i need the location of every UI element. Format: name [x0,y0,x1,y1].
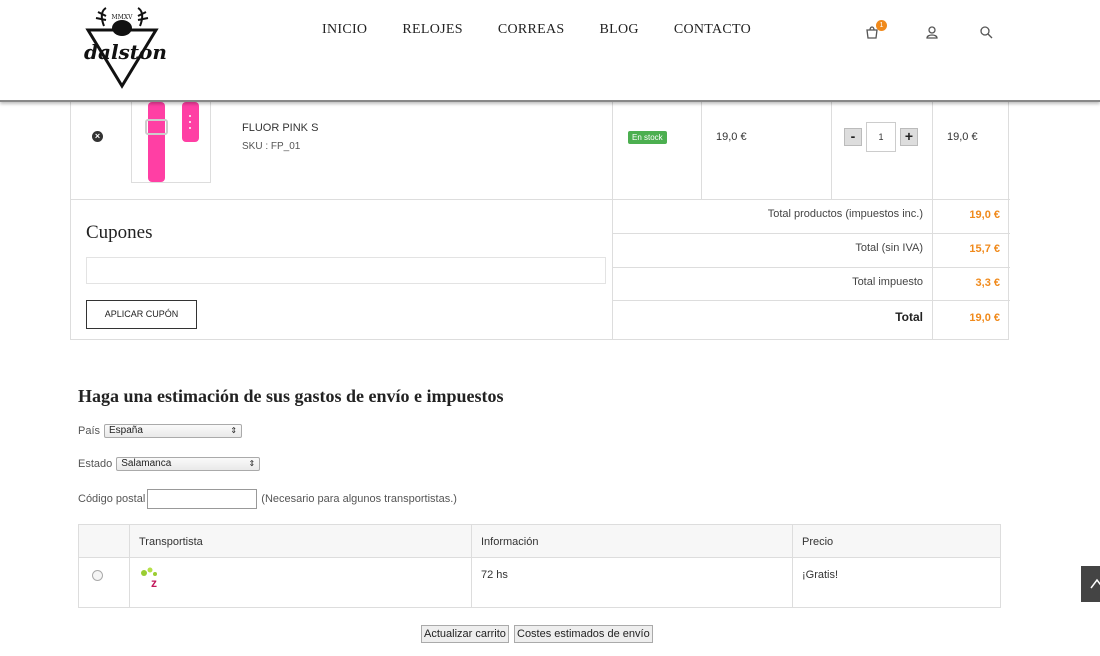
logo-small-text: MMXV [111,14,133,21]
watch-strap-image [145,102,199,182]
coupon-input[interactable] [86,257,606,284]
total-products-value: 19,0 € [969,209,1000,221]
state-label: Estado [78,458,113,470]
zip-note: (Necesario para algunos transportistas.) [261,493,457,505]
zip-label: Código postal [78,493,146,505]
nav-relojes[interactable]: RELOJES [402,22,462,38]
carrier-table-header [79,525,1000,558]
apply-coupon-button[interactable]: APLICAR CUPÓN [86,300,197,329]
unit-price: 19,0 € [716,131,747,143]
header-carrier: Transportista [139,536,203,548]
quantity-stepper: - 1 + [844,122,918,152]
user-icon[interactable] [924,24,940,40]
update-cart-button[interactable]: Actualizar carrito [421,625,509,643]
nav-inicio[interactable]: INICIO [322,22,367,38]
carrier-price: ¡Gratis! [802,569,839,581]
cart-count-badge: 1 [876,20,887,31]
zip-input[interactable] [147,489,258,509]
scroll-to-top-button[interactable] [1081,566,1100,602]
total-tax-label: Total impuesto [852,276,923,288]
total-tax-value: 3,3 € [975,277,1000,289]
remove-item-icon[interactable]: × [92,131,103,142]
qty-decrease-button[interactable]: - [844,128,862,146]
select-arrows-icon: ⇕ [248,459,256,468]
state-select-value: Salamanca [121,458,172,469]
product-thumbnail[interactable] [131,102,211,183]
grand-total-label: Total [895,310,923,324]
svg-text:z: z [151,576,157,590]
product-name[interactable]: FLUOR PINK S [242,122,318,134]
zip-row: Código postal (Necesario para algunos tr… [78,489,457,509]
country-select[interactable]: España ⇕ [104,424,243,438]
dalston-logo[interactable]: MMXV dalston [84,6,167,90]
logo-text: dalston [84,40,167,64]
nav-correas[interactable]: CORREAS [498,22,565,38]
nav-contacto[interactable]: CONTACTO [674,22,751,38]
estimate-shipping-button[interactable]: Costes estimados de envío [514,625,653,643]
grand-total-value: 19,0 € [969,312,1000,324]
coupons-title: Cupones [86,222,153,243]
chevron-up-icon [1090,578,1100,589]
line-total: 19,0 € [947,131,978,143]
header-info: Información [481,536,539,548]
header-price: Precio [802,536,834,548]
total-products-label: Total productos (impuestos inc.) [767,208,923,220]
country-select-value: España [109,425,143,436]
nav-blog[interactable]: BLOG [600,22,639,38]
site-header: MMXV dalston INICIO RELOJES CORREAS BLOG… [0,0,1100,102]
total-net-label: Total (sin IVA) [855,242,923,254]
state-select[interactable]: Salamanca ⇕ [116,457,261,471]
search-icon[interactable] [978,24,994,40]
main-nav: INICIO RELOJES CORREAS BLOG CONTACTO [322,22,786,38]
carrier-logo-icon: z [141,567,157,590]
total-net-value: 15,7 € [969,243,1000,255]
country-label: País [78,425,101,437]
carrier-table: Transportista Información Precio z 72 hs… [78,524,1001,608]
product-sku: SKU : FP_01 [242,141,301,152]
stock-badge: En stock [628,131,667,144]
carrier-radio[interactable] [92,570,103,581]
country-row: País España ⇕ [78,424,243,438]
quantity-input[interactable]: 1 [866,122,896,152]
select-arrows-icon: ⇕ [230,426,238,435]
qty-increase-button[interactable]: + [900,128,918,146]
carrier-info: 72 hs [481,569,508,581]
state-row: Estado Salamanca ⇕ [78,457,261,471]
estimate-title: Haga una estimación de sus gastos de env… [78,386,504,406]
cart-table: × FLUOR PINK S SKU : FP_01 En stock 19,0… [70,102,1010,340]
